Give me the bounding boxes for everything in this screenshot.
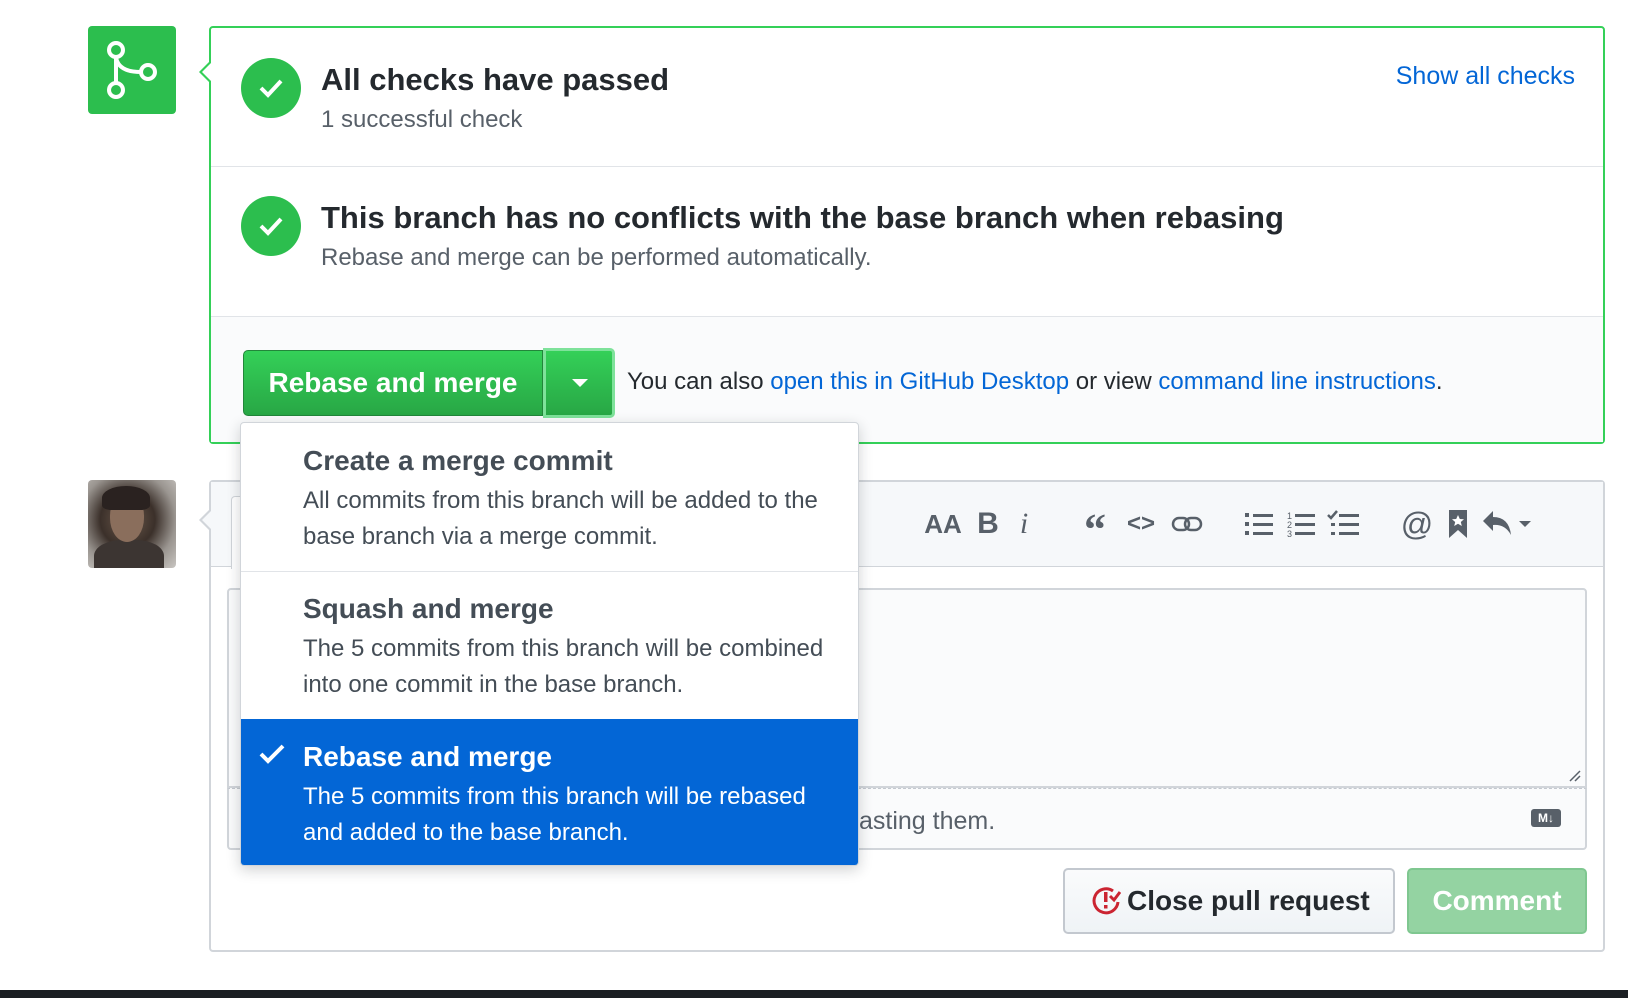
- chevron-down-icon: [572, 379, 588, 387]
- menu-item-create-merge-commit[interactable]: Create a merge commit All commits from t…: [241, 423, 858, 572]
- merge-status-box: All checks have passed 1 successful chec…: [199, 26, 1605, 444]
- avatar-hair: [102, 486, 150, 510]
- check-icon: [259, 744, 285, 764]
- check-success-icon: [241, 196, 301, 256]
- menu-item-title: Squash and merge: [303, 593, 554, 624]
- command-line-instructions-link[interactable]: command line instructions: [1158, 368, 1435, 395]
- menu-item-title: Create a merge commit: [303, 445, 613, 476]
- page-bottom-border: [0, 990, 1628, 998]
- period-text: .: [1435, 368, 1443, 395]
- comment-button[interactable]: Comment: [1407, 868, 1587, 934]
- italic-icon[interactable]: i: [1009, 504, 1039, 544]
- markdown-icon[interactable]: M↓: [1531, 809, 1561, 827]
- checks-subtitle: 1 successful check: [321, 106, 523, 133]
- issue-closed-icon: [1092, 887, 1121, 915]
- link-icon[interactable]: [1167, 504, 1207, 544]
- menu-item-squash-and-merge[interactable]: Squash and merge The 5 commits from this…: [241, 571, 858, 720]
- menu-item-description: The 5 commits from this branch will be r…: [303, 783, 806, 846]
- divider: [211, 316, 1603, 317]
- text-size-icon[interactable]: AA: [921, 504, 965, 544]
- code-icon[interactable]: <>: [1121, 504, 1161, 544]
- conflicts-subtitle: Rebase and merge can be performed automa…: [321, 244, 872, 271]
- divider: [211, 166, 1603, 167]
- ordered-list-icon[interactable]: 123: [1283, 504, 1319, 544]
- avatar-shoulder: [94, 540, 164, 568]
- menu-item-title: Rebase and merge: [303, 741, 552, 772]
- check-success-icon: [241, 58, 301, 118]
- reply-icon[interactable]: [1481, 504, 1533, 544]
- avatar[interactable]: [88, 480, 176, 568]
- rebase-and-merge-button[interactable]: Rebase and merge: [243, 350, 543, 416]
- or-view-text: or view: [1069, 368, 1159, 395]
- quote-icon[interactable]: “: [1077, 504, 1113, 554]
- merge-method-menu: Create a merge commit All commits from t…: [240, 422, 859, 866]
- saved-reply-icon[interactable]: [1443, 504, 1473, 544]
- alternative-options-text: You can also open this in GitHub Desktop…: [627, 368, 1443, 396]
- menu-item-description: All commits from this branch will be add…: [303, 487, 818, 550]
- task-list-icon[interactable]: [1325, 504, 1361, 544]
- git-merge-icon: [88, 26, 176, 114]
- also-prefix: You can also: [627, 368, 771, 395]
- merge-method-dropdown-button[interactable]: [543, 348, 615, 418]
- open-in-desktop-link[interactable]: open this in GitHub Desktop: [770, 368, 1069, 395]
- svg-text:3: 3: [1287, 529, 1292, 538]
- file-attach-hint: asting them.: [859, 807, 996, 835]
- conflicts-title: This branch has no conflicts with the ba…: [321, 200, 1284, 235]
- close-pull-request-label: Close pull request: [1127, 885, 1370, 916]
- show-all-checks-link[interactable]: Show all checks: [1396, 62, 1575, 91]
- resize-handle-icon[interactable]: [1567, 768, 1581, 782]
- menu-item-rebase-and-merge[interactable]: Rebase and merge The 5 commits from this…: [241, 719, 858, 865]
- mention-icon[interactable]: @: [1399, 504, 1435, 544]
- unordered-list-icon[interactable]: [1241, 504, 1277, 544]
- bold-icon[interactable]: B: [971, 504, 1005, 544]
- menu-item-description: The 5 commits from this branch will be c…: [303, 635, 824, 698]
- checks-title: All checks have passed: [321, 62, 670, 97]
- close-pull-request-button[interactable]: Close pull request: [1063, 868, 1395, 934]
